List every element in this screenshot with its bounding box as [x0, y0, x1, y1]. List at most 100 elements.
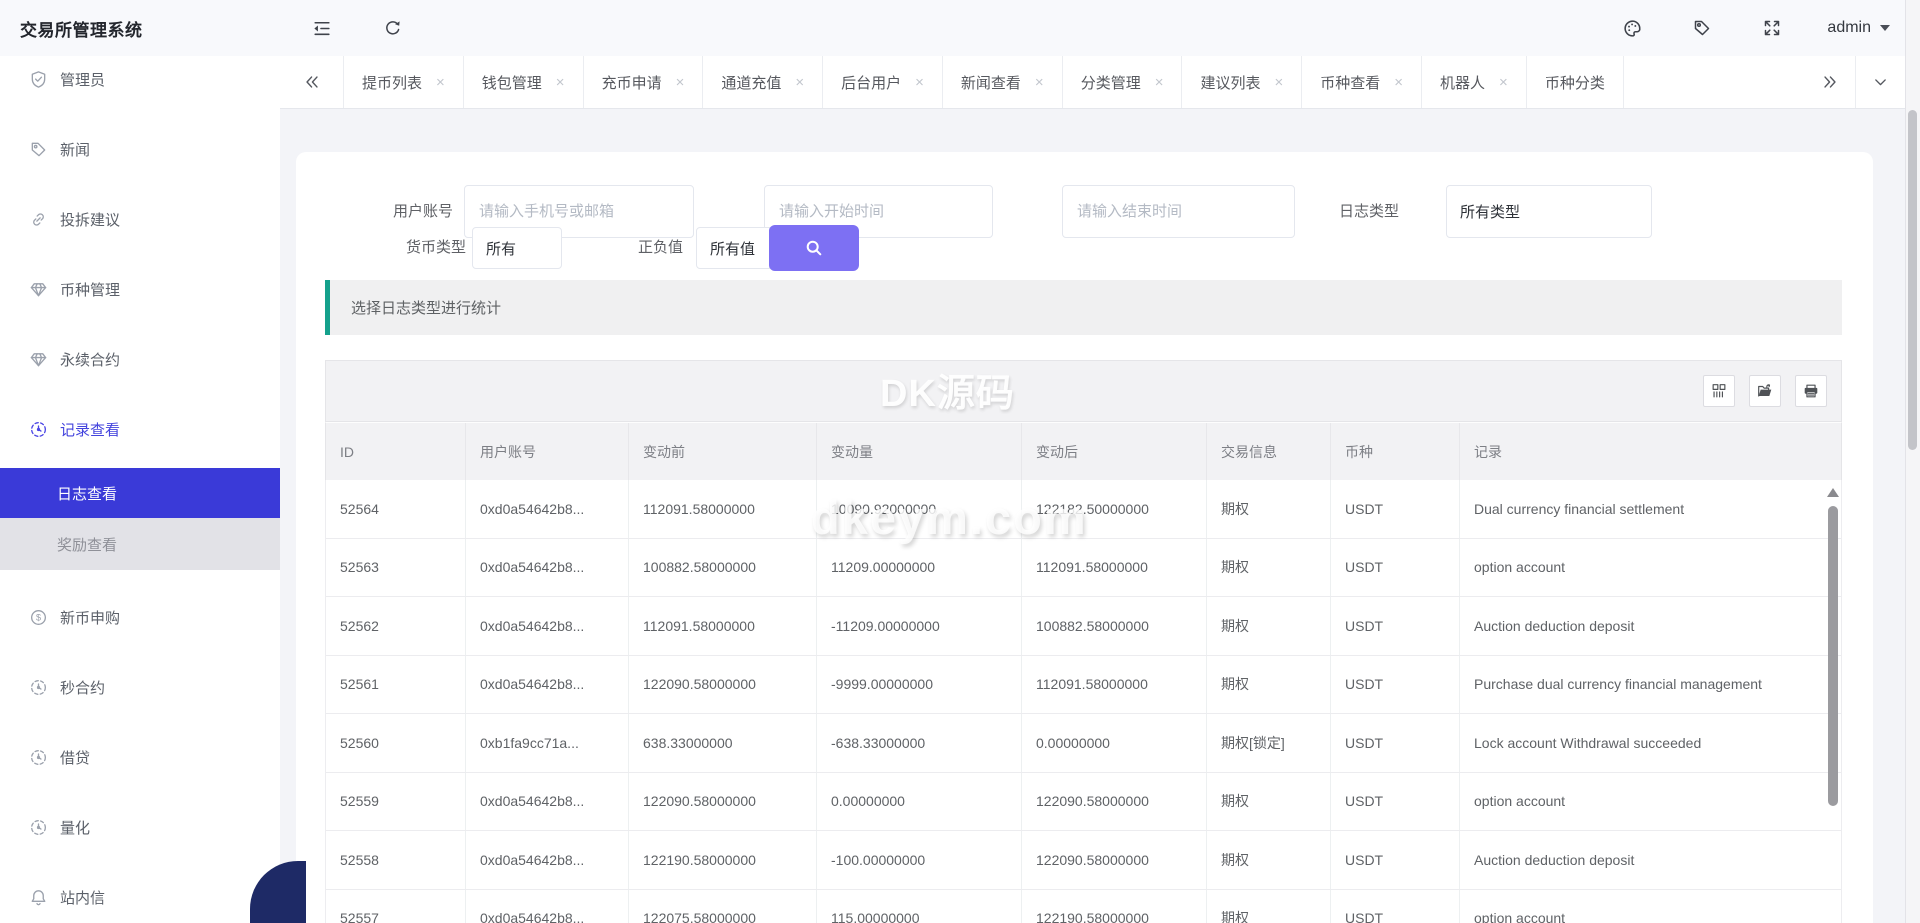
print-button[interactable] — [1795, 375, 1827, 407]
tab-label: 币种查看 — [1320, 72, 1380, 93]
sidebar-item-label: 站内信 — [60, 887, 105, 908]
tab-8[interactable]: 建议列表× — [1182, 56, 1302, 108]
tab-bar: 提币列表×钱包管理×充币申请×通道充值×后台用户×新闻查看×分类管理×建议列表×… — [280, 56, 1905, 109]
cell-id: 52560 — [326, 714, 466, 772]
page-scrollbar[interactable] — [1905, 0, 1920, 923]
user-menu[interactable]: admin — [1827, 19, 1890, 37]
cell-after: 0.00000000 — [1022, 714, 1207, 772]
sidebar-subitem-log-view[interactable]: 日志查看 — [0, 468, 280, 518]
sidebar-item-lending[interactable]: 借贷 — [0, 734, 280, 780]
scroll-up-icon[interactable] — [1827, 488, 1839, 497]
sidebar-subitem-reward-view[interactable]: 奖励查看 — [0, 518, 280, 570]
clock-icon — [29, 748, 48, 767]
cell-coin: USDT — [1331, 714, 1460, 772]
tab-11[interactable]: 币种分类 — [1527, 56, 1624, 108]
tab-close-icon[interactable]: × — [1394, 75, 1403, 90]
chevron-down-icon — [1880, 25, 1890, 31]
sidebar-item-news[interactable]: 新闻 — [0, 126, 280, 172]
cell-before: 122190.58000000 — [629, 831, 817, 889]
cell-id: 52559 — [326, 773, 466, 831]
link-icon — [29, 210, 48, 229]
cell-amount: -638.33000000 — [817, 714, 1022, 772]
cell-record: Lock account Withdrawal succeeded — [1460, 714, 1841, 772]
tabs-scroll-left-button[interactable] — [280, 56, 344, 108]
refresh-icon[interactable] — [382, 17, 404, 39]
tab-close-icon[interactable]: × — [795, 75, 804, 90]
tag-icon[interactable] — [1691, 17, 1713, 39]
sign-select[interactable]: 所有值 — [696, 227, 770, 269]
page-scrollbar-thumb[interactable] — [1908, 110, 1917, 450]
cell-info: 期权 — [1207, 656, 1331, 714]
column-header-account: 用户账号 — [466, 423, 629, 480]
tab-close-icon[interactable]: × — [915, 75, 924, 90]
tab-7[interactable]: 分类管理× — [1063, 56, 1183, 108]
cell-record: Purchase dual currency financial managem… — [1460, 656, 1841, 714]
tab-9[interactable]: 币种查看 × — [1302, 56, 1422, 108]
sidebar-item-coin-manage[interactable]: 币种管理 — [0, 266, 280, 312]
cell-id: 52563 — [326, 539, 466, 597]
tab-close-icon[interactable]: × — [1035, 75, 1044, 90]
end-time-input[interactable] — [1062, 185, 1295, 238]
theme-palette-icon[interactable] — [1621, 17, 1643, 39]
cell-before: 112091.58000000 — [629, 597, 817, 655]
sidebar-item-label: 秒合约 — [60, 677, 105, 698]
shield-check-icon — [29, 70, 48, 89]
tabs-scroll-right-button[interactable] — [1805, 56, 1855, 108]
sidebar-item-admin[interactable]: 管理员 — [0, 56, 280, 102]
tab-label: 通道充值 — [721, 72, 781, 93]
sidebar-item-mail[interactable]: 站内信 — [0, 874, 280, 920]
table-scrollbar-thumb[interactable] — [1828, 506, 1838, 806]
columns-button[interactable] — [1703, 375, 1735, 407]
cell-account: 0xb1fa9cc71a... — [466, 714, 629, 772]
cell-amount: -9999.00000000 — [817, 656, 1022, 714]
tabs-menu-button[interactable] — [1855, 56, 1905, 108]
fullscreen-icon[interactable] — [1761, 17, 1783, 39]
sidebar-item-label: 量化 — [60, 817, 90, 838]
tab-close-icon[interactable]: × — [1499, 75, 1508, 90]
sidebar-item-new-coin[interactable]: $新币申购 — [0, 594, 280, 640]
collapse-sidebar-icon[interactable] — [310, 17, 332, 39]
app-title: 交易所管理系统 — [0, 16, 280, 41]
column-header-amount: 变动量 — [817, 423, 1022, 480]
tab-4[interactable]: 通道充值 × — [703, 56, 823, 108]
tab-1[interactable]: 提币列表× — [344, 56, 464, 108]
diamond-icon — [29, 280, 48, 299]
cell-info: 期权 — [1207, 890, 1331, 923]
sign-label: 正负值 — [576, 225, 683, 271]
search-button[interactable] — [769, 225, 859, 271]
tab-3[interactable]: 充币申请× — [584, 56, 704, 108]
sign-value: 所有值 — [710, 238, 755, 259]
dollar-icon: $ — [29, 608, 48, 627]
tab-label: 后台用户 — [841, 72, 901, 93]
cell-after: 122090.58000000 — [1022, 773, 1207, 831]
sidebar-item-label: 投拆建议 — [60, 209, 120, 230]
table-header: ID用户账号变动前变动量变动后交易信息币种记录 — [325, 422, 1842, 480]
sidebar-item-feedback[interactable]: 投拆建议 — [0, 196, 280, 242]
tab-6[interactable]: 新闻查看× — [943, 56, 1063, 108]
tab-close-icon[interactable]: × — [1155, 75, 1164, 90]
currency-type-select[interactable]: 所有 — [472, 227, 562, 269]
tab-close-icon[interactable]: × — [676, 75, 685, 90]
sidebar-item-records[interactable]: 记录查看 — [0, 406, 280, 452]
tab-2[interactable]: 钱包管理 × — [464, 56, 584, 108]
tab-close-icon[interactable]: × — [436, 75, 445, 90]
tab-5[interactable]: 后台用户 × — [823, 56, 943, 108]
clock-icon — [29, 818, 48, 837]
tab-10[interactable]: 机器人× — [1422, 56, 1527, 108]
table-toolbar — [325, 360, 1842, 422]
table-row: 525570xd0a54642b8...122075.58000000115.0… — [326, 890, 1841, 923]
tab-close-icon[interactable]: × — [1274, 75, 1283, 90]
cell-id: 52557 — [326, 890, 466, 923]
export-button[interactable] — [1749, 375, 1781, 407]
log-type-select[interactable]: 所有类型 — [1446, 185, 1652, 238]
tab-close-icon[interactable]: × — [556, 75, 565, 90]
cell-id: 52558 — [326, 831, 466, 889]
table-scrollbar — [1827, 484, 1839, 923]
sidebar-item-label: 永续合约 — [60, 349, 120, 370]
currency-type-value: 所有 — [486, 238, 516, 259]
sidebar-item-quant[interactable]: 量化 — [0, 804, 280, 850]
tab-label: 钱包管理 — [482, 72, 542, 93]
cell-before: 122090.58000000 — [629, 773, 817, 831]
sidebar-item-perpetual[interactable]: 永续合约 — [0, 336, 280, 382]
sidebar-item-second-contract[interactable]: 秒合约 — [0, 664, 280, 710]
